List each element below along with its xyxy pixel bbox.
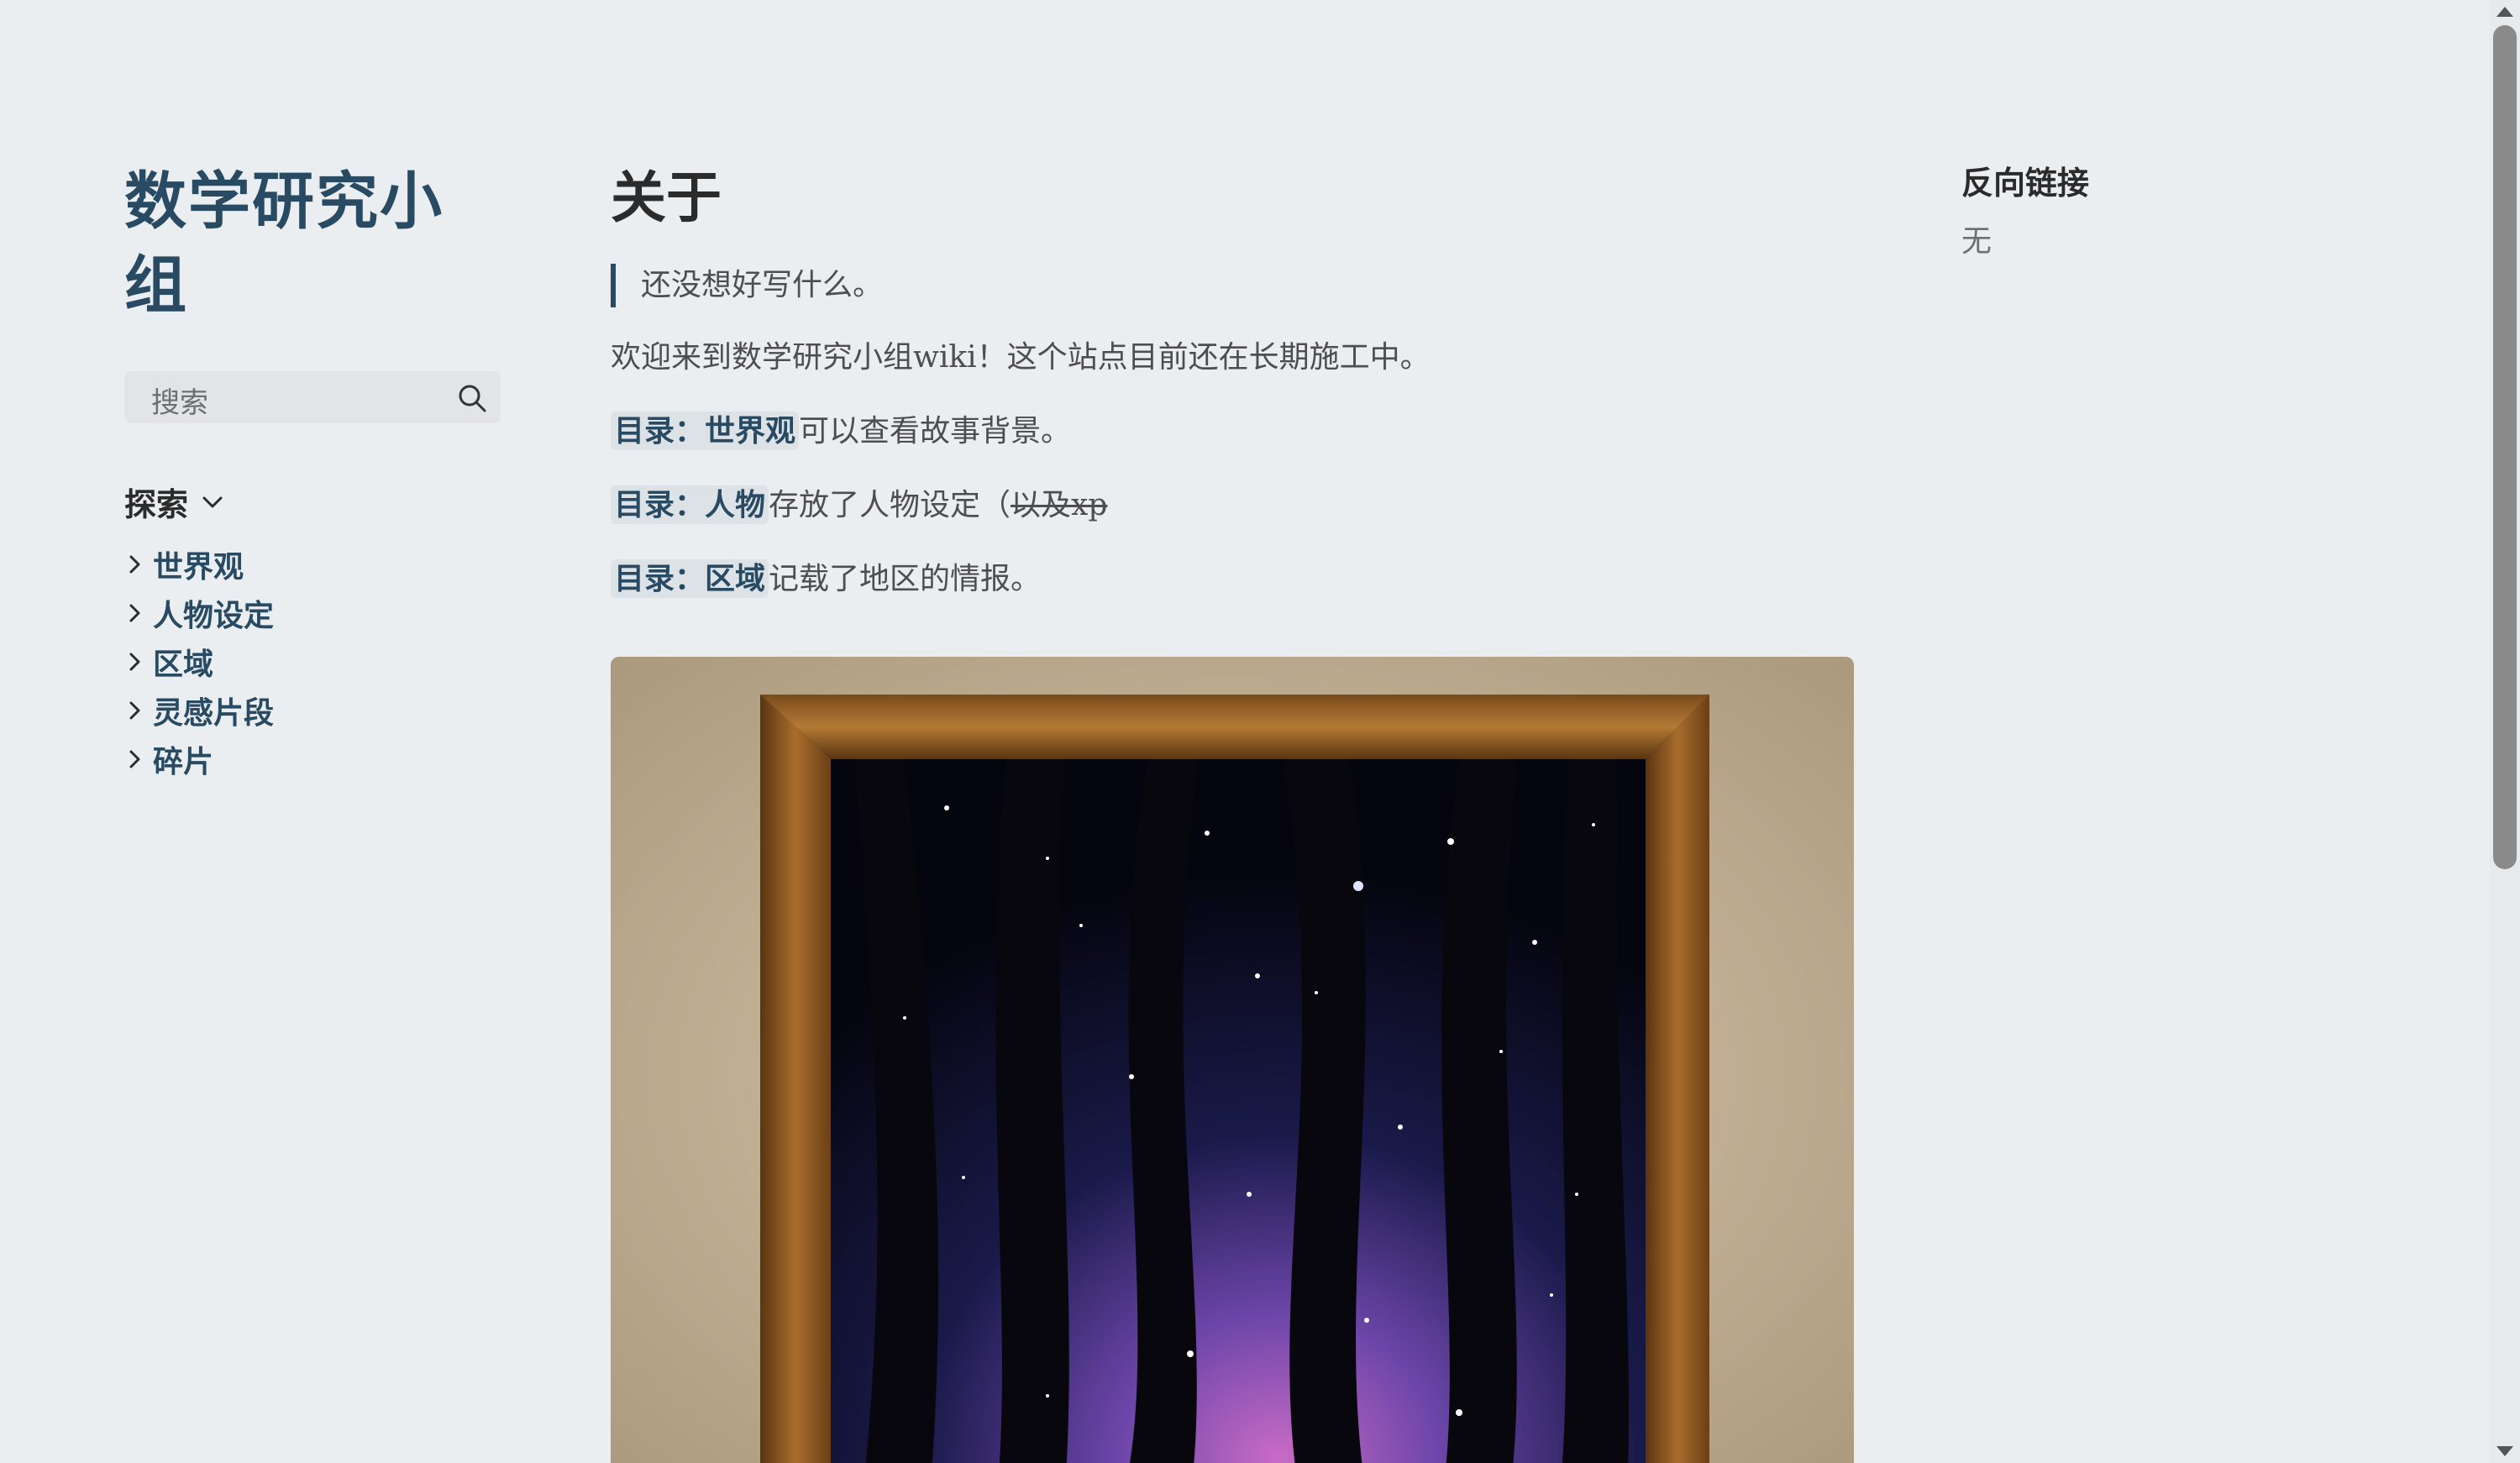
chevron-right-icon — [129, 653, 140, 671]
site-title[interactable]: 数学研究小组 — [124, 160, 502, 328]
blockquote-text: 还没想好写什么。 — [641, 268, 884, 302]
explorer-folder-inspiration[interactable]: 灵感片段 — [124, 686, 502, 735]
explorer-folder-label: 灵感片段 — [153, 695, 275, 731]
chevron-right-icon — [129, 750, 140, 768]
explorer-folder-worldview[interactable]: 世界观 — [124, 540, 502, 589]
link-paragraph: 目录：人物 存放了人物设定（以及xp — [611, 483, 1854, 527]
backlinks-title: 反向链接 — [1961, 164, 2090, 202]
backlinks-empty: 无 — [1961, 224, 1992, 259]
search-box[interactable]: 搜索 — [124, 371, 501, 423]
explorer-folder-label: 人物设定 — [153, 598, 275, 633]
page-title: 关于 — [611, 165, 722, 230]
link-paragraph: 目录：世界观 可以查看故事背景。 — [611, 409, 1854, 454]
search-placeholder: 搜索 — [151, 386, 208, 420]
right-sidebar: 反向链接 无 — [1961, 160, 2381, 264]
explorer-folder-fragments[interactable]: 碎片 — [124, 735, 502, 784]
framed-forest-illustration — [611, 657, 1854, 1463]
explorer-folder-label: 区域 — [153, 647, 214, 682]
chevron-right-icon — [129, 604, 140, 622]
chevron-down-icon — [202, 496, 223, 507]
scroll-up-arrow-icon[interactable] — [2495, 5, 2515, 18]
link-description: 存放了人物设定（ — [769, 488, 1011, 522]
welcome-paragraph: 欢迎来到数学研究小组wiki！这个站点目前还在长期施工中。 — [611, 340, 1431, 375]
worldview-link[interactable]: 目录：世界观 — [611, 412, 800, 450]
explorer-title: 探索 — [124, 485, 189, 523]
chevron-right-icon — [129, 555, 140, 574]
strikethrough-text: 以及xp — [1011, 488, 1108, 522]
page: 数学研究小组 搜索 探索 世界观 人物设定 区域 灵感片段 碎片 关于 还没想好… — [0, 0, 2520, 1463]
blockquote: 还没想好写什么。 — [611, 264, 1854, 307]
scroll-down-arrow-icon[interactable] — [2495, 1445, 2515, 1458]
explorer-toggle[interactable]: 探索 — [124, 479, 502, 525]
main-content: 关于 还没想好写什么。 欢迎来到数学研究小组wiki！这个站点目前还在长期施工中… — [611, 160, 1854, 1463]
explorer-folder-label: 碎片 — [153, 744, 214, 779]
link-description: 可以查看故事背景。 — [799, 414, 1072, 448]
link-description: 记载了地区的情报。 — [769, 562, 1042, 596]
explorer-folder-characters[interactable]: 人物设定 — [124, 589, 502, 637]
explorer-list: 世界观 人物设定 区域 灵感片段 碎片 — [124, 540, 502, 784]
scrollbar-thumb[interactable] — [2493, 25, 2517, 869]
chevron-right-icon — [129, 701, 140, 720]
characters-link[interactable]: 目录：人物 — [611, 485, 769, 524]
explorer-folder-regions[interactable]: 区域 — [124, 637, 502, 686]
search-icon[interactable] — [455, 381, 489, 415]
left-sidebar: 数学研究小组 搜索 探索 世界观 人物设定 区域 灵感片段 碎片 — [124, 160, 502, 784]
hero-image — [611, 657, 1854, 1463]
explorer-folder-label: 世界观 — [153, 549, 244, 585]
regions-link[interactable]: 目录：区域 — [611, 559, 769, 598]
link-paragraph: 目录：区域 记载了地区的情报。 — [611, 557, 1854, 601]
